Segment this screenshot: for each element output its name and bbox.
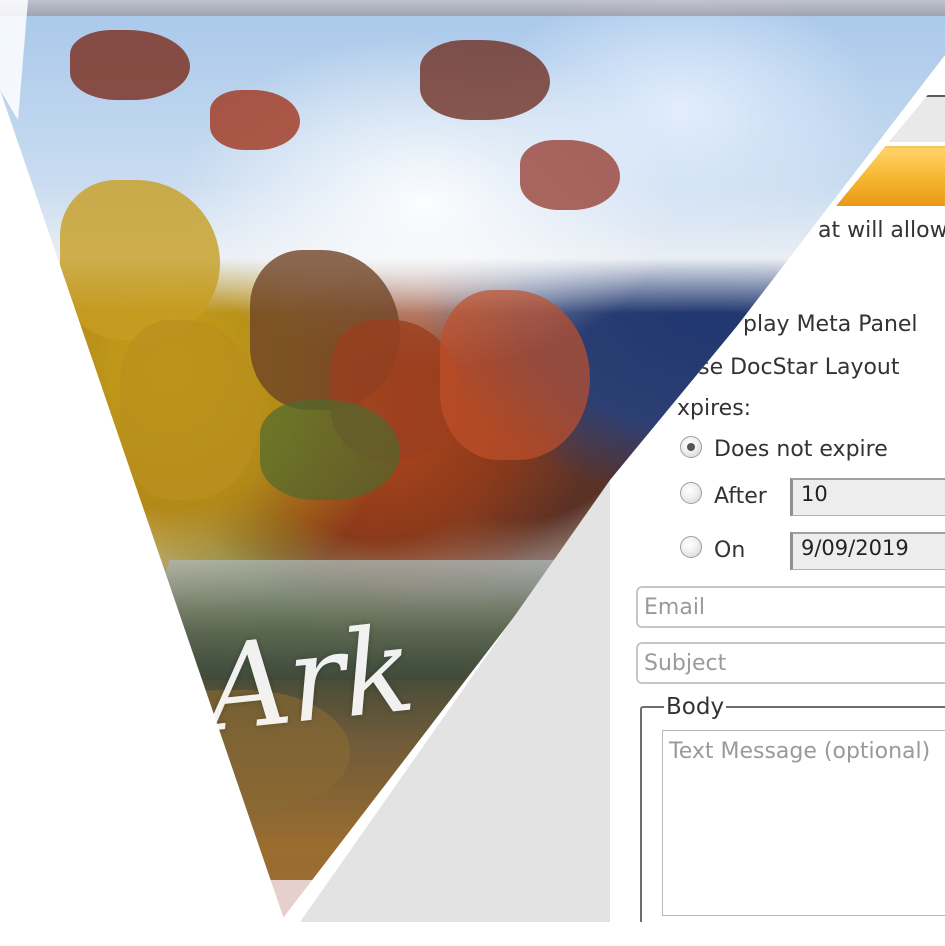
expires-label: xpires: bbox=[677, 396, 752, 421]
photo-frame-edge bbox=[0, 0, 945, 16]
use-docstar-layout-label: Use DocStar Layout bbox=[682, 355, 900, 380]
subject-input[interactable] bbox=[636, 642, 945, 684]
display-meta-panel-label: play Meta Panel bbox=[743, 312, 918, 337]
after-label: After bbox=[714, 484, 767, 509]
body-textarea[interactable] bbox=[662, 730, 945, 916]
does-not-expire-label: Does not expire bbox=[714, 437, 888, 462]
on-date-field[interactable]: 9/09/2019 bbox=[790, 532, 945, 570]
body-legend: Body bbox=[664, 694, 727, 720]
on-label: On bbox=[714, 538, 746, 563]
email-input[interactable] bbox=[636, 586, 945, 628]
after-radio[interactable] bbox=[680, 482, 702, 504]
after-count-field[interactable]: 10 bbox=[790, 478, 945, 516]
intro-text: at will allow bbox=[818, 218, 945, 243]
does-not-expire-radio[interactable] bbox=[680, 436, 702, 458]
on-radio[interactable] bbox=[680, 536, 702, 558]
photo-signature-text: Ark bbox=[198, 599, 419, 759]
